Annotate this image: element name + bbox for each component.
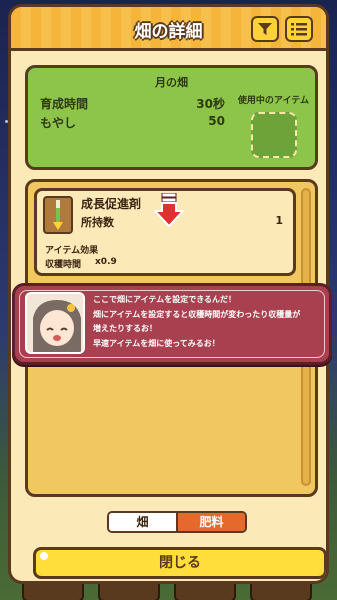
growth-time-value: 30秒 <box>196 97 225 111</box>
field-info-card: 月の畑 育成時間 30秒 もやし 50 使用中のアイテム <box>25 65 318 170</box>
crop-value: 50 <box>208 114 225 128</box>
close-button[interactable]: 閉じる <box>33 547 326 579</box>
item-name: 成長促進剤 <box>81 197 142 211</box>
harvest-time-label: 収穫時間 <box>45 260 82 270</box>
list-menu-icon <box>291 23 307 36</box>
harvest-time-value: x0.9 <box>95 257 117 267</box>
crop-label: もやし <box>40 116 77 130</box>
dialog-line: 増えたりするお！ <box>93 324 157 333</box>
dialog-line: ここで畑にアイテムを設定できるんだ！ <box>93 295 237 304</box>
item-owned-label: 所持数 <box>81 216 114 229</box>
close-label: 閉じる <box>159 555 201 571</box>
tutorial-dialog[interactable]: ここで畑にアイテムを設定できるんだ！ 畑にアイテムを設定すると収穫時間が変わった… <box>12 283 332 365</box>
tab-field[interactable]: 畑 <box>109 513 176 531</box>
item-slot-label: 使用中のアイテム <box>237 96 309 106</box>
item-effect-label: アイテム効果 <box>45 246 99 256</box>
growth-booster-icon <box>43 196 73 234</box>
filter-icon <box>258 23 272 35</box>
filter-button[interactable] <box>251 16 279 42</box>
character-avatar <box>25 292 85 354</box>
dialog-line: 畑にアイテムを設定すると収穫時間が変わったり収穫量が <box>93 310 301 319</box>
tab-fertilizer[interactable]: 肥料 <box>176 513 245 531</box>
button-shine <box>40 552 48 560</box>
tab-group: 畑 肥料 <box>107 511 247 533</box>
pointer-arrow-icon <box>154 193 184 227</box>
item-slot[interactable] <box>251 112 297 158</box>
growth-time-label: 育成時間 <box>40 97 89 111</box>
list-item[interactable]: 成長促進剤 所持数 1 アイテム効果 収穫時間 x0.9 <box>34 188 296 276</box>
panel-header: 畑の詳細 <box>11 7 326 51</box>
field-name: 月の畑 <box>155 76 188 89</box>
menu-button[interactable] <box>285 16 313 42</box>
item-owned-value: 1 <box>275 214 283 227</box>
dialog-line: 早速アイテムを畑に使ってみるお！ <box>93 339 220 348</box>
